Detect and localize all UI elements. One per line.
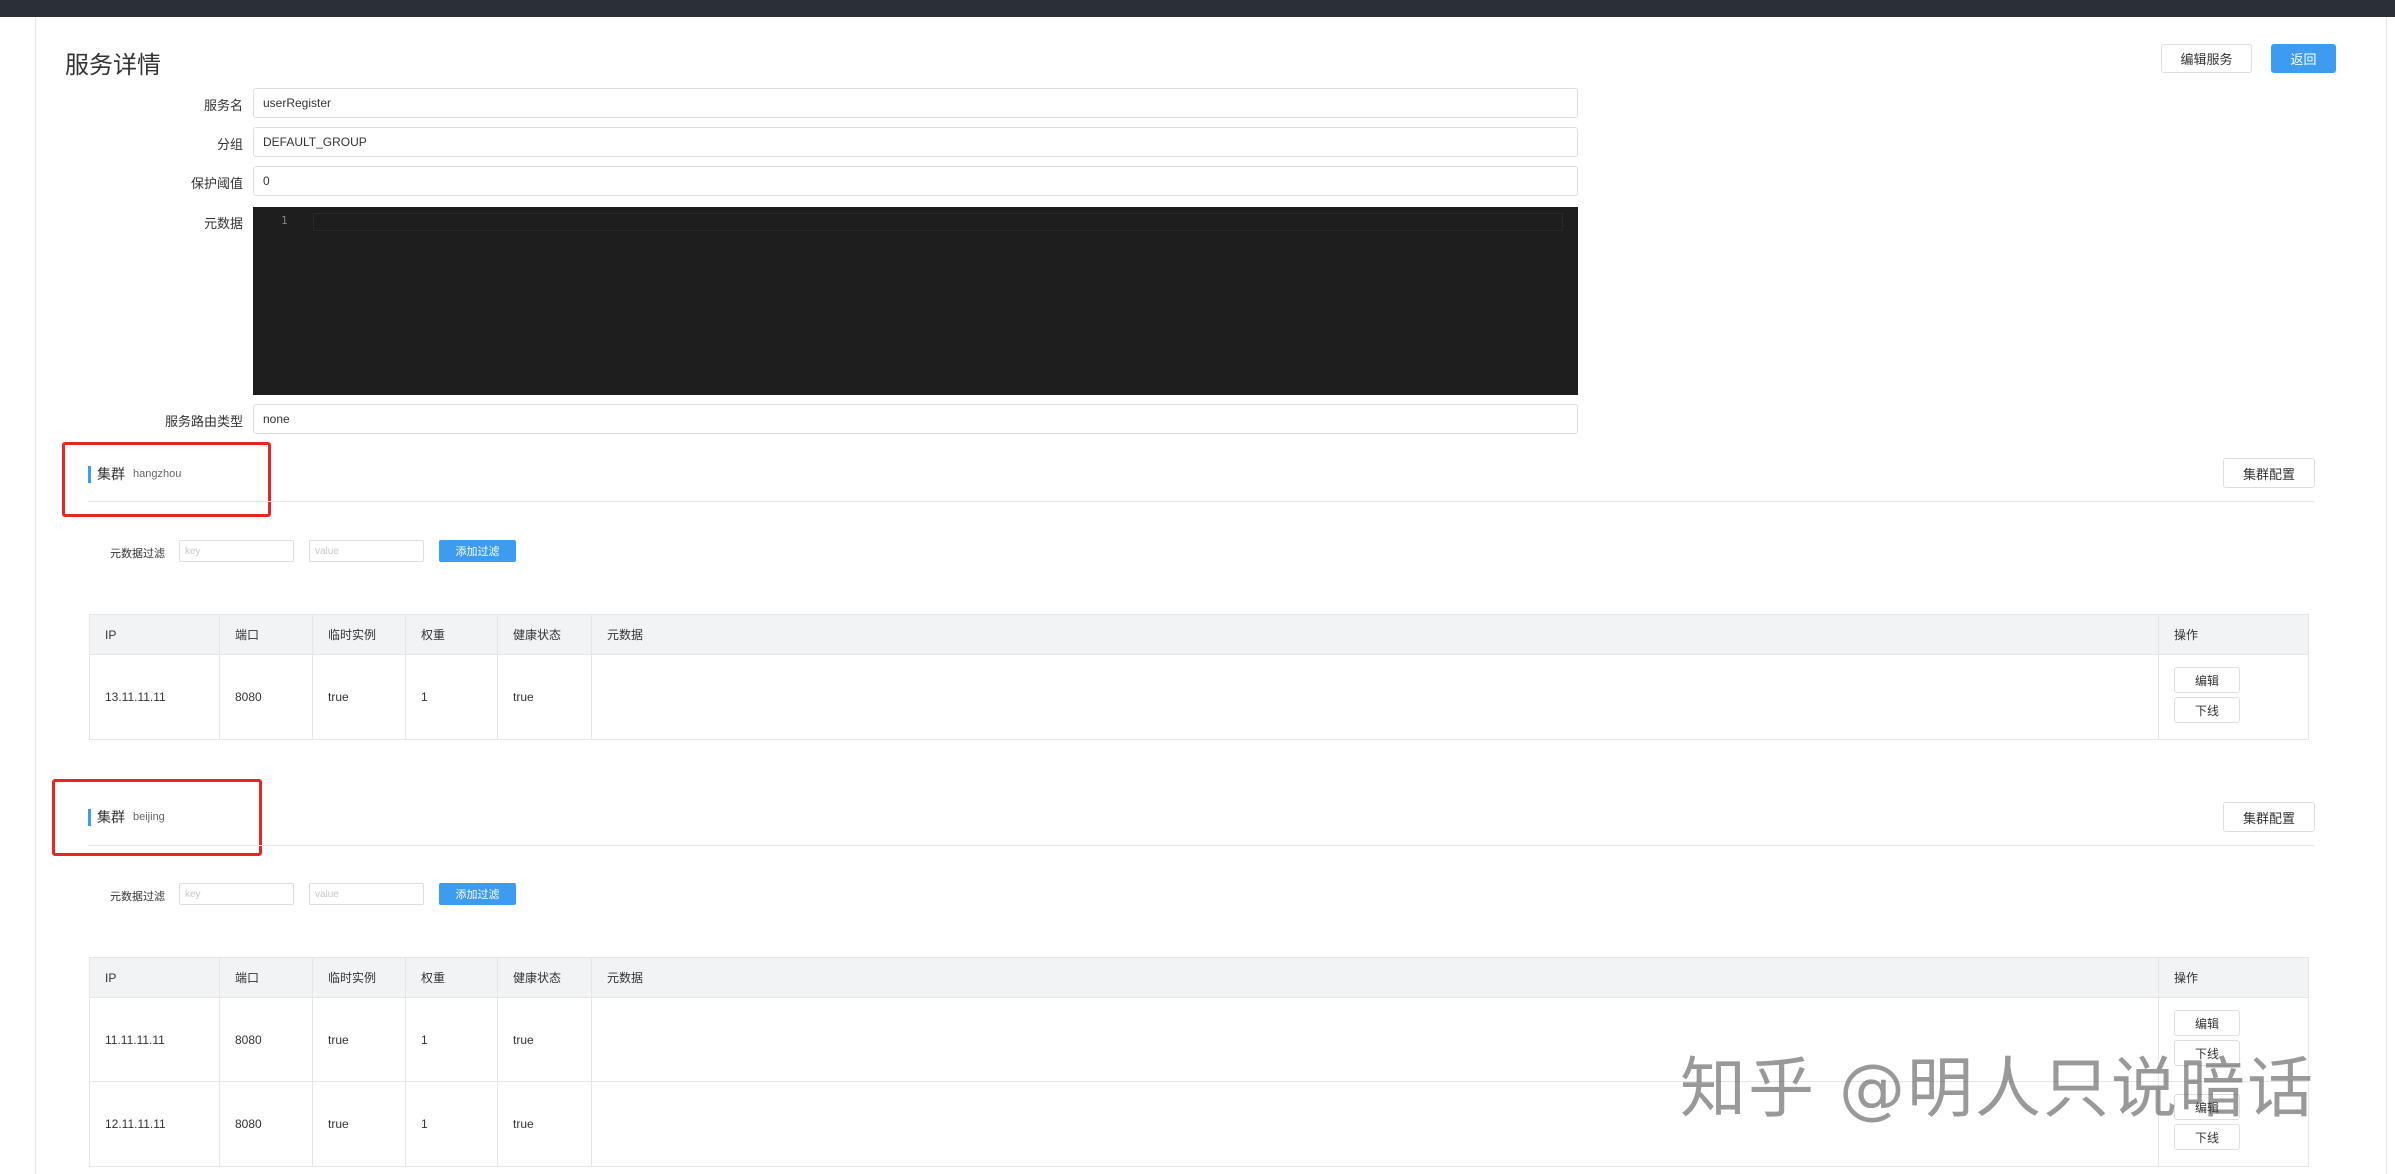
cluster-config-button[interactable]: 集群配置 bbox=[2223, 802, 2315, 832]
selector-field[interactable]: none bbox=[253, 404, 1578, 434]
filter-value-input[interactable]: value bbox=[309, 540, 424, 562]
edit-instance-button[interactable]: 编辑 bbox=[2174, 1010, 2240, 1036]
cell-ephemeral: true bbox=[313, 998, 406, 1081]
instance-table: IP 端口 临时实例 权重 健康状态 元数据 操作 13.11.11.11 80… bbox=[89, 614, 2309, 740]
column-header-weight: 权重 bbox=[406, 615, 498, 654]
cell-metadata bbox=[592, 655, 2159, 739]
cell-actions: 编辑 下线 bbox=[2159, 655, 2308, 739]
cluster-divider bbox=[88, 501, 2315, 502]
page-title: 服务详情 bbox=[65, 52, 161, 79]
metadata-filter-label: 元数据过滤 bbox=[110, 891, 165, 903]
column-header-metadata: 元数据 bbox=[592, 615, 2159, 654]
table-header-row: IP 端口 临时实例 权重 健康状态 元数据 操作 bbox=[90, 958, 2308, 998]
column-header-weight: 权重 bbox=[406, 958, 498, 997]
table-header-row: IP 端口 临时实例 权重 健康状态 元数据 操作 bbox=[90, 615, 2308, 655]
watermark: 知乎 @明人只说暗话 bbox=[1680, 1050, 2315, 1127]
group-field[interactable]: DEFAULT_GROUP bbox=[253, 127, 1578, 157]
cluster-accent-bar bbox=[88, 808, 91, 826]
cluster-accent-bar bbox=[88, 465, 91, 483]
column-header-port: 端口 bbox=[220, 615, 313, 654]
edit-service-button[interactable]: 编辑服务 bbox=[2161, 44, 2252, 73]
right-divider bbox=[2386, 17, 2387, 1174]
filter-value-input[interactable]: value bbox=[309, 883, 424, 905]
cell-port: 8080 bbox=[220, 1082, 313, 1166]
column-header-port: 端口 bbox=[220, 958, 313, 997]
cluster-header: 集群 beijing bbox=[88, 807, 165, 827]
column-header-actions: 操作 bbox=[2174, 971, 2199, 985]
cell-ip: 13.11.11.11 bbox=[90, 655, 220, 739]
cluster-title: 集群 bbox=[97, 466, 125, 482]
cluster-name: hangzhou bbox=[133, 468, 182, 480]
cluster-title: 集群 bbox=[97, 809, 125, 825]
cell-port: 8080 bbox=[220, 655, 313, 739]
cell-healthy: true bbox=[498, 655, 592, 739]
cell-ephemeral: true bbox=[313, 655, 406, 739]
offline-instance-button[interactable]: 下线 bbox=[2174, 697, 2240, 723]
cell-weight: 1 bbox=[406, 1082, 498, 1166]
column-header-healthy: 健康状态 bbox=[498, 615, 592, 654]
cell-ip: 12.11.11.11 bbox=[90, 1082, 220, 1166]
top-nav-bar bbox=[0, 0, 2395, 17]
column-header-actions: 操作 bbox=[2174, 628, 2199, 642]
metadata-label: 元数据 bbox=[203, 216, 243, 231]
metadata-filter-label: 元数据过滤 bbox=[110, 548, 165, 560]
cell-weight: 1 bbox=[406, 655, 498, 739]
cluster-divider bbox=[88, 845, 2315, 846]
group-label: 分组 bbox=[216, 137, 243, 152]
add-filter-button[interactable]: 添加过滤 bbox=[439, 883, 516, 905]
editor-line-number: 1 bbox=[281, 214, 288, 227]
service-name-field[interactable]: userRegister bbox=[253, 88, 1578, 118]
threshold-field[interactable]: 0 bbox=[253, 166, 1578, 196]
column-header-ip: IP bbox=[90, 958, 220, 997]
cell-ephemeral: true bbox=[313, 1082, 406, 1166]
left-divider bbox=[35, 17, 36, 1174]
column-header-ephemeral: 临时实例 bbox=[313, 615, 406, 654]
edit-instance-button[interactable]: 编辑 bbox=[2174, 667, 2240, 693]
table-row: 13.11.11.11 8080 true 1 true 编辑 下线 bbox=[90, 655, 2308, 739]
editor-current-line bbox=[313, 213, 1563, 231]
column-header-metadata: 元数据 bbox=[592, 958, 2159, 997]
column-header-healthy: 健康状态 bbox=[498, 958, 592, 997]
selector-label: 服务路由类型 bbox=[164, 414, 243, 429]
cell-port: 8080 bbox=[220, 998, 313, 1081]
cell-healthy: true bbox=[498, 1082, 592, 1166]
filter-key-input[interactable]: key bbox=[179, 883, 294, 905]
cell-weight: 1 bbox=[406, 998, 498, 1081]
add-filter-button[interactable]: 添加过滤 bbox=[439, 540, 516, 562]
column-header-ip: IP bbox=[90, 615, 220, 654]
cluster-config-button[interactable]: 集群配置 bbox=[2223, 458, 2315, 488]
threshold-label: 保护阈值 bbox=[190, 176, 243, 191]
metadata-editor[interactable]: 1 bbox=[253, 207, 1578, 395]
filter-key-input[interactable]: key bbox=[179, 540, 294, 562]
back-button[interactable]: 返回 bbox=[2271, 44, 2336, 73]
service-name-label: 服务名 bbox=[203, 98, 243, 113]
column-header-ephemeral: 临时实例 bbox=[313, 958, 406, 997]
cluster-name: beijing bbox=[133, 811, 165, 823]
cluster-header: 集群 hangzhou bbox=[88, 464, 181, 484]
cell-ip: 11.11.11.11 bbox=[90, 998, 220, 1081]
cell-healthy: true bbox=[498, 998, 592, 1081]
